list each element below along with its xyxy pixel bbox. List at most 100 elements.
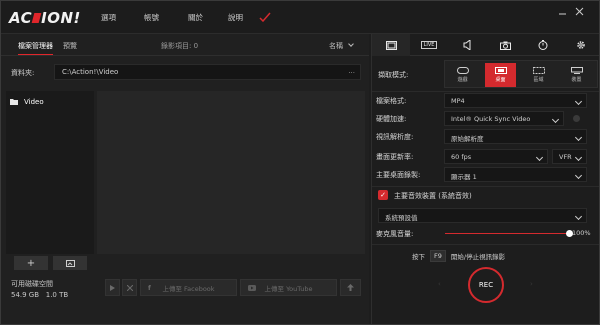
- delete-button[interactable]: [122, 279, 137, 296]
- framerate-select[interactable]: 60 fps: [444, 149, 548, 164]
- open-folder-button[interactable]: [53, 256, 87, 270]
- menu-account[interactable]: 帳號: [144, 12, 159, 23]
- play-button[interactable]: [105, 279, 120, 296]
- hw-accel-select[interactable]: Intel® Quick Sync Video: [444, 111, 564, 126]
- tab-screenshot[interactable]: [486, 34, 524, 56]
- folder-icon: [10, 99, 18, 105]
- audio-source-value: 系統預設值: [385, 214, 418, 222]
- audio-source-select[interactable]: 系統預設值: [378, 208, 587, 223]
- chevron-down-icon: [535, 153, 544, 162]
- gear-icon: [577, 41, 585, 49]
- add-folder-button[interactable]: +: [14, 256, 48, 270]
- audio-device-checkbox[interactable]: ✓: [378, 190, 388, 200]
- mic-volume-slider[interactable]: [445, 233, 570, 234]
- chevron-down-icon: [574, 212, 583, 221]
- app-logo: AC ION !: [9, 8, 80, 28]
- folder-path-value: C:\Action!\Video: [62, 68, 119, 76]
- chevron-down-icon: [348, 41, 355, 47]
- chevron-down-icon: [551, 115, 560, 124]
- tab-recording[interactable]: [372, 34, 410, 56]
- sort-dropdown[interactable]: 名稱: [329, 41, 355, 51]
- logo-text-start: AC: [9, 9, 33, 27]
- mic-volume-row: 麥克風音量: 100%: [372, 225, 599, 242]
- logo-bang: !: [73, 9, 81, 27]
- live-icon: LIVE: [420, 41, 438, 49]
- mode-game-label: 遊戲: [457, 77, 468, 83]
- monitor-row: 主要桌面錄製: 顯示器 1: [372, 166, 599, 183]
- gamepad-icon: [456, 67, 469, 74]
- file-manager-panel: 檔案管理器 預覽 錄影項目: 0 名稱 資料夾: C:\Action!\Vide…: [1, 34, 369, 324]
- disk-space-info: 可用磁碟空間 54.9 GB 1.0 TB: [11, 279, 68, 299]
- audio-device-label: 主要音效裝置 (系統音效): [394, 192, 472, 200]
- rec-label: REC: [478, 281, 494, 289]
- mic-volume-value: 100%: [572, 229, 591, 237]
- file-format-value: MP4: [451, 97, 465, 105]
- framerate-mode-select[interactable]: VFR: [552, 149, 587, 164]
- tools-icon[interactable]: [259, 12, 271, 22]
- chevron-down-icon: [574, 97, 583, 106]
- mode-desktop-button[interactable]: 桌面: [485, 63, 516, 87]
- menu-about[interactable]: 關於: [188, 12, 203, 23]
- monitor-select[interactable]: 顯示器 1: [444, 167, 587, 182]
- mode-device-label: 裝置: [571, 77, 582, 83]
- menu-options[interactable]: 選項: [101, 12, 116, 23]
- framerate-row: 畫面更新率: 60 fps VFR: [372, 148, 599, 165]
- left-tabs: 檔案管理器 預覽 錄影項目: 0 名稱: [1, 34, 369, 56]
- framerate-value: 60 fps: [451, 153, 472, 161]
- region-icon: [532, 67, 545, 74]
- chevron-right-icon: ›: [530, 280, 533, 288]
- mode-device-button[interactable]: 裝置: [561, 63, 592, 87]
- mic-volume-label: 麥克風音量:: [376, 230, 414, 238]
- chevron-down-icon: [574, 171, 583, 180]
- minimize-icon[interactable]: [558, 7, 567, 16]
- folder-item-label: Video: [24, 98, 44, 106]
- file-format-label: 檔案格式:: [376, 97, 407, 105]
- settings-panel: LIVE 擷取模式: 遊戲 桌面 區域 裝置 檔案格式: MP4 硬體加速: I…: [371, 34, 599, 324]
- sort-label: 名稱: [329, 42, 343, 50]
- upload-youtube-button[interactable]: 上傳至 YouTube: [240, 279, 337, 296]
- menu-help[interactable]: 說明: [228, 12, 243, 23]
- folder-path-field[interactable]: C:\Action!\Video ...: [54, 64, 361, 80]
- tab-preview[interactable]: 預覽: [63, 41, 77, 51]
- upload-facebook-button[interactable]: f 上傳至 Facebook: [140, 279, 237, 296]
- logo-text-end: ION: [41, 9, 74, 27]
- upload-youtube-label: 上傳至 YouTube: [264, 284, 313, 293]
- resolution-select[interactable]: 原始解析度: [444, 129, 587, 144]
- resolution-label: 視訊解析度:: [376, 133, 414, 141]
- plus-icon: +: [26, 257, 36, 269]
- browse-folder-button[interactable]: ...: [348, 67, 355, 75]
- hotkey-suffix: 開始/停止視訊錄影: [450, 253, 506, 261]
- folder-item-video[interactable]: Video: [10, 98, 44, 106]
- recordings-list: [97, 91, 365, 254]
- mode-desktop-label: 桌面: [495, 77, 506, 83]
- recording-count: 錄影項目: 0: [161, 42, 199, 50]
- divider: [372, 244, 599, 245]
- hotkey-key: F9: [430, 250, 446, 262]
- rec-button[interactable]: REC: [468, 267, 504, 303]
- play-icon: [110, 284, 115, 291]
- tab-benchmark[interactable]: [524, 34, 562, 56]
- file-format-select[interactable]: MP4: [444, 93, 587, 108]
- chevron-left-icon: ‹: [438, 280, 441, 288]
- camera-icon: [499, 41, 511, 50]
- delete-icon: [126, 284, 133, 291]
- hotkey-hint: 按下 F9 開始/停止視訊錄影: [412, 250, 505, 262]
- framerate-label: 畫面更新率:: [376, 153, 414, 161]
- hw-accel-info-icon[interactable]: [573, 115, 580, 122]
- framerate-mode-value: VFR: [559, 153, 572, 161]
- tab-file-manager[interactable]: 檔案管理器: [18, 41, 53, 55]
- tab-live[interactable]: LIVE: [410, 34, 448, 56]
- title-bar: AC ION ! 選項 帳號 關於 說明: [1, 1, 599, 34]
- hw-accel-value: Intel® Quick Sync Video: [451, 115, 531, 123]
- tab-settings[interactable]: [562, 34, 599, 56]
- tab-audio[interactable]: [448, 34, 486, 56]
- speaker-icon: [463, 40, 470, 50]
- app-window: AC ION ! 選項 帳號 關於 說明 檔案管理器 預覽 錄影項目: 0 名稱…: [0, 0, 600, 325]
- close-icon[interactable]: [575, 7, 584, 16]
- stopwatch-icon: [538, 40, 548, 50]
- chevron-down-icon: [574, 153, 583, 162]
- free-space-value: 54.9 GB: [11, 291, 40, 299]
- mode-region-button[interactable]: 區域: [523, 63, 554, 87]
- mode-game-button[interactable]: 遊戲: [447, 63, 478, 87]
- export-button[interactable]: [340, 279, 361, 296]
